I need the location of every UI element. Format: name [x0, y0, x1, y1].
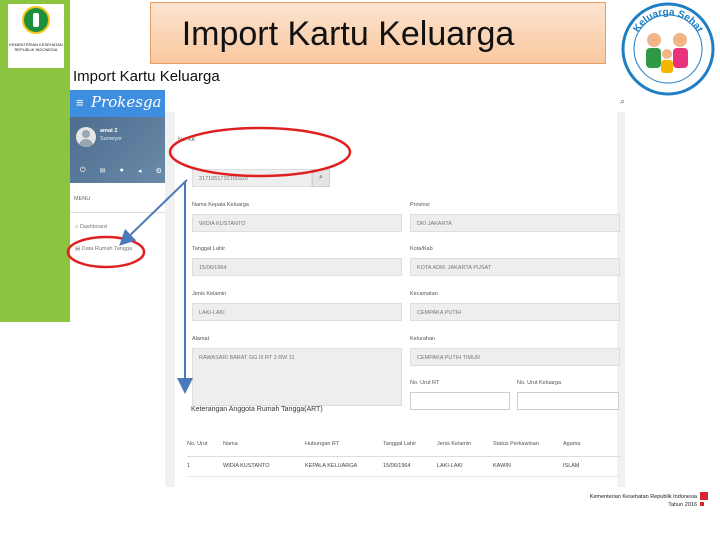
jenis-kelamin-input[interactable]: LAKI-LAKI: [192, 303, 402, 321]
tanggal-lahir-input[interactable]: 15/06/1964: [192, 258, 402, 276]
slide-subtitle: Import Kartu Keluarga: [73, 68, 220, 85]
column-header: Jenis Kelamin: [437, 432, 493, 457]
alamat-label: Alamat: [192, 336, 210, 342]
table-cell: ISLAM: [563, 456, 621, 477]
footer-ministry-text: Kementerian Kesehatan Republik Indonesia: [589, 494, 697, 500]
kepala-keluarga-label: Nama Kepala Keluarga: [192, 202, 249, 208]
members-section-title: Keterangan Anggota Rumah Tangga(ART): [191, 406, 323, 413]
user-role: Surveyor: [100, 136, 123, 142]
kota-kab-input[interactable]: KOTA ADM. JAKARTA PUSAT: [410, 258, 620, 276]
kemenkes-seal-icon: [22, 6, 50, 34]
sidebar-item-dashboard[interactable]: ⌂ Dashboard: [75, 224, 107, 230]
search-icon: ⌕: [319, 174, 323, 181]
table-row[interactable]: 1 WIDIA KUSTANTO KEPALA KELUARGA 15/06/1…: [187, 456, 621, 477]
footer-red-square-icon: [700, 492, 708, 500]
column-header: No. Urut: [187, 432, 223, 457]
column-header: Nama: [223, 432, 305, 457]
column-header: Hubungan RT: [305, 432, 383, 457]
sidebar-item-label: Dashboard: [79, 224, 107, 230]
kecamatan-input[interactable]: CEMPAKA PUTIH: [410, 303, 620, 321]
envelope-icon[interactable]: ✉: [100, 167, 106, 175]
table-row: [187, 476, 621, 487]
no-urut-rt-input[interactable]: [410, 392, 510, 410]
column-header: Tanggal Lahir: [383, 432, 437, 457]
kemenkes-logo: KEMENTERIAN KESEHATAN REPUBLIK INDONESIA: [8, 4, 64, 68]
share-icon[interactable]: ◂: [138, 167, 142, 175]
tanggal-lahir-label: Tanggal Lahir: [192, 246, 226, 252]
kelurahan-input[interactable]: CEMPAKA PUTIH TIMUR: [410, 348, 620, 366]
family-body-1: [646, 48, 661, 68]
kota-kab-label: Kota/Kab: [410, 246, 433, 252]
no-kk-label: No. KK: [178, 137, 196, 143]
no-kk-search-button[interactable]: ⌕: [312, 169, 330, 187]
search-icon[interactable]: ⌕: [620, 96, 625, 107]
footer-year-text: Tahun 2016: [668, 502, 697, 508]
kelurahan-label: Kelurahan: [410, 336, 436, 342]
table-cell: LAKI-LAKI: [437, 456, 493, 477]
no-kk-input[interactable]: 3171051710100320: [192, 169, 312, 187]
sidebar-menu: MENU ⌂ Dashboard ▤ Data Rumah Tangga: [70, 183, 165, 487]
brand-logo: Prokesga: [91, 93, 162, 111]
family-body-3: [661, 60, 673, 73]
slide-title-box: Import Kartu Keluarga: [150, 2, 606, 64]
app-screenshot: ≡ Prokesga amat 2 Surveyor ⏻ ✉ ● ◂ ⚙ MEN…: [70, 90, 625, 487]
members-table: No. Urut Nama Hubungan RT Tanggal Lahir …: [187, 432, 621, 487]
no-urut-keluarga-input[interactable]: [517, 392, 619, 410]
empty-table-row: [187, 476, 621, 487]
family-head-1: [647, 33, 661, 47]
menu-divider: [70, 212, 165, 213]
user-name: amat 2: [100, 128, 118, 134]
power-icon[interactable]: ⏻: [80, 167, 86, 175]
sidebar-item-label: Data Rumah Tangga: [81, 246, 133, 252]
footer-small-square-icon: [700, 502, 704, 506]
column-header: Status Perkawinan: [493, 432, 563, 457]
table-cell: 1: [187, 456, 223, 477]
keluarga-sehat-logo: Keluarga Sehat: [621, 2, 715, 96]
kepala-keluarga-input[interactable]: WIDIA KUSTANTO: [192, 214, 402, 232]
column-header: Agama: [563, 432, 621, 457]
gear-icon[interactable]: ⚙: [156, 167, 162, 175]
menu-heading: MENU: [74, 196, 91, 202]
no-urut-keluarga-label: No. Urut Keluarga: [517, 380, 562, 386]
alamat-textarea[interactable]: RAWASARI BARAT GG III RT 3 RW 11: [192, 348, 402, 406]
table-cell: 15/06/1964: [383, 456, 437, 477]
table-cell: WIDIA KUSTANTO: [223, 456, 305, 477]
top-bar: ⌕ ◍: [165, 90, 625, 112]
slide-title: Import Kartu Keluarga: [181, 15, 515, 53]
user-action-icons: ⏻ ✉ ● ◂ ⚙: [80, 167, 162, 175]
form-panel: No. KK 3171051710100320 ⌕ Nama Kepala Ke…: [175, 112, 621, 487]
provinsi-label: Provinsi: [410, 202, 430, 208]
family-head-3: [662, 49, 672, 59]
table-cell: KAWIN: [493, 456, 563, 477]
sidebar-header: ≡ Prokesga: [70, 90, 165, 117]
user-icon[interactable]: ●: [120, 167, 124, 175]
table-cell: KEPALA KELUARGA: [305, 456, 383, 477]
family-head-2: [673, 33, 687, 47]
kemenkes-logo-caption: KEMENTERIAN KESEHATAN REPUBLIK INDONESIA: [9, 42, 63, 52]
kecamatan-label: Kecamatan: [410, 291, 438, 297]
hamburger-icon[interactable]: ≡: [76, 96, 84, 110]
jenis-kelamin-label: Jenis Kelamin: [192, 291, 227, 297]
family-body-2: [673, 48, 688, 68]
provinsi-input[interactable]: DKI JAKARTA: [410, 214, 620, 232]
no-urut-rt-label: No. Urut RT: [410, 380, 440, 386]
sidebar-item-data-rumah-tangga[interactable]: ▤ Data Rumah Tangga: [75, 246, 132, 252]
footer-logo: Kementerian Kesehatan Republik Indonesia…: [560, 492, 712, 512]
user-panel: amat 2 Surveyor ⏻ ✉ ● ◂ ⚙: [70, 117, 165, 183]
avatar: [76, 127, 96, 147]
table-header-row: No. Urut Nama Hubungan RT Tanggal Lahir …: [187, 432, 621, 457]
list-icon: ▤: [75, 246, 82, 252]
